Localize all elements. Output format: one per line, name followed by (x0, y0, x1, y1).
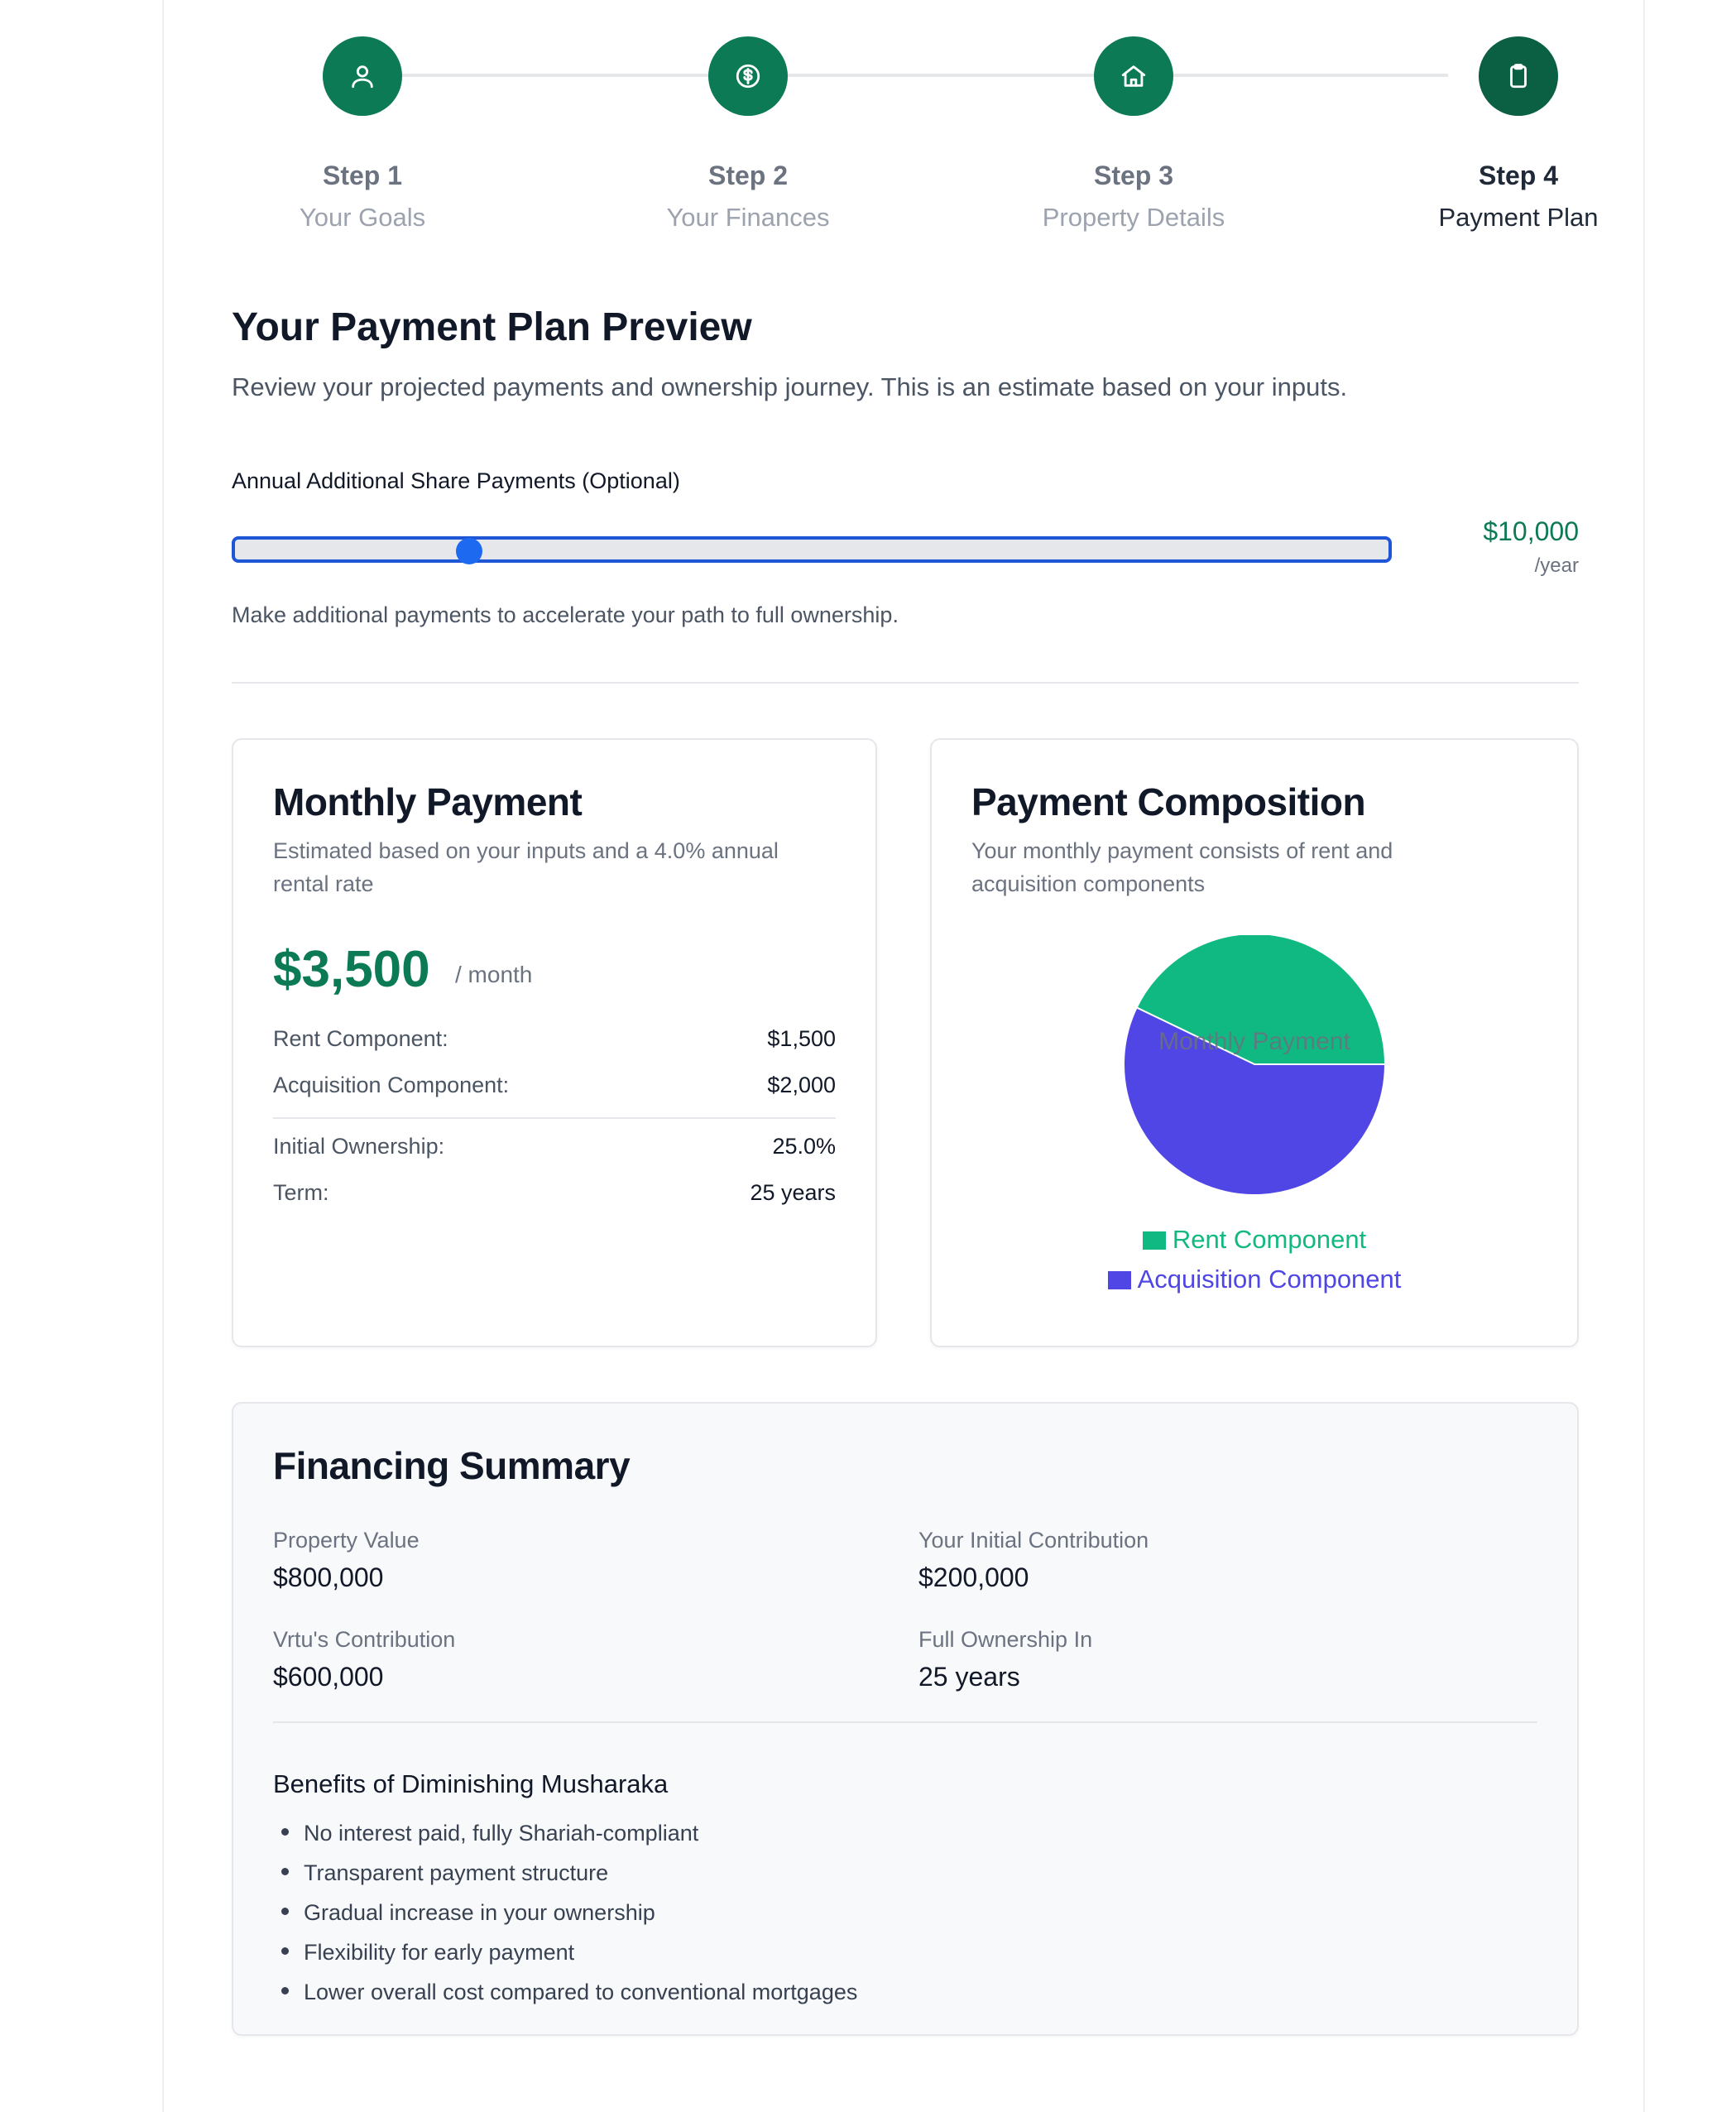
property-value-label: Property Value (273, 1528, 420, 1553)
benefit-text: Transparent payment structure (304, 1860, 609, 1885)
step-2[interactable]: Step 2 Your Finances (624, 36, 872, 233)
bullet-icon (281, 1947, 289, 1955)
step-1-title: Step 1 (322, 161, 403, 190)
acquisition-component-row: Acquisition Component: $2,000 (273, 1073, 836, 1098)
payment-composition-pie-chart: Monthly Payment (1123, 935, 1387, 1196)
financing-summary-title: Financing Summary (273, 1444, 631, 1487)
user-icon (352, 65, 373, 89)
monthly-payment-card: Monthly Payment Estimated based on your … (232, 738, 877, 1347)
rent-component-row: Rent Component: $1,500 (273, 1026, 836, 1052)
step-3[interactable]: Step 3 Property Details (1009, 36, 1258, 233)
term-row: Term: 25 years (273, 1180, 836, 1206)
legend-label-acquisition: Acquisition Component (1137, 1265, 1402, 1294)
progress-stepper: Step 1 Your Goals Step 2 Your Finances S… (232, 0, 1599, 248)
vrtu-contribution-value: $600,000 (273, 1662, 384, 1692)
initial-ownership-label: Initial Ownership: (273, 1134, 445, 1159)
step-1-subtitle: Your Goals (299, 203, 426, 232)
payment-composition-card: Payment Composition Your monthly payment… (930, 738, 1579, 1347)
benefit-text: Gradual increase in your ownership (304, 1900, 655, 1925)
acquisition-component-value: $2,000 (767, 1073, 836, 1097)
composition-description: Your monthly payment consists of rent an… (971, 838, 1393, 896)
term-value: 25 years (750, 1180, 836, 1205)
acquisition-component-label: Acquisition Component: (273, 1073, 510, 1097)
stepper-connector (362, 74, 1448, 77)
rent-component-value: $1,500 (767, 1026, 836, 1051)
initial-contribution-value: $200,000 (918, 1562, 1029, 1592)
vrtu-contribution-label: Vrtu's Contribution (273, 1627, 456, 1652)
page-title: Your Payment Plan Preview (232, 305, 752, 349)
step-2-circle (708, 36, 788, 116)
slider-label: Annual Additional Share Payments (Option… (232, 468, 680, 493)
benefit-text: Lower overall cost compared to conventio… (304, 1980, 858, 2004)
step-4[interactable]: Step 4 Payment Plan (1394, 36, 1642, 233)
step-1[interactable]: Step 1 Your Goals (238, 36, 487, 233)
legend-swatch-acquisition (1107, 1271, 1131, 1289)
rent-component-label: Rent Component: (273, 1026, 448, 1051)
financing-summary-card: Financing Summary Property Value $800,00… (232, 1402, 1579, 2036)
summary-divider (273, 1721, 1537, 1723)
step-4-title: Step 4 (1478, 161, 1559, 190)
section-divider (232, 682, 1579, 684)
benefits-title: Benefits of Diminishing Musharaka (273, 1769, 669, 1798)
benefit-item: Flexibility for early payment (281, 1940, 574, 1966)
bullet-icon (281, 1868, 289, 1875)
benefit-item: Transparent payment structure (281, 1860, 608, 1886)
monthly-amount: $3,500 (273, 941, 430, 998)
bullet-icon (281, 1828, 289, 1836)
step-1-circle (323, 36, 402, 116)
monthly-payment-description: Estimated based on your inputs and a 4.0… (273, 838, 779, 896)
home-icon (1121, 65, 1146, 87)
slider-value: $10,000 (1483, 516, 1579, 546)
per-month-label: / month (455, 962, 533, 987)
legend-swatch-rent (1142, 1231, 1166, 1250)
slider-help-text: Make additional payments to accelerate y… (232, 602, 899, 627)
term-label: Term: (273, 1180, 329, 1205)
step-2-title: Step 2 (707, 161, 789, 190)
legend-label-rent: Rent Component (1172, 1225, 1367, 1254)
benefit-text: No interest paid, fully Shariah-complian… (304, 1821, 699, 1846)
benefit-text: Flexibility for early payment (304, 1940, 575, 1965)
initial-ownership-row: Initial Ownership: 25.0% (273, 1134, 836, 1159)
step-2-subtitle: Your Finances (666, 203, 830, 232)
benefit-item: No interest paid, fully Shariah-complian… (281, 1821, 698, 1846)
step-4-circle (1479, 36, 1558, 116)
property-value: $800,000 (273, 1562, 384, 1592)
clipboard-icon (1510, 64, 1527, 89)
step-3-subtitle: Property Details (1042, 203, 1225, 232)
full-ownership-label: Full Ownership In (918, 1627, 1093, 1652)
benefit-item: Lower overall cost compared to conventio… (281, 1980, 857, 2005)
kv-divider (273, 1117, 836, 1119)
dollar-icon (736, 64, 760, 89)
page-description: Review your projected payments and owner… (232, 372, 1348, 401)
composition-title: Payment Composition (971, 780, 1366, 823)
full-ownership-value: 25 years (918, 1662, 1020, 1692)
benefit-item: Gradual increase in your ownership (281, 1900, 655, 1926)
pie-center-label: Monthly Payment (1158, 1028, 1350, 1055)
monthly-payment-title: Monthly Payment (273, 780, 583, 823)
legend-item-rent[interactable]: Rent Component (932, 1225, 1577, 1255)
initial-contribution-label: Your Initial Contribution (918, 1528, 1149, 1553)
step-4-subtitle: Payment Plan (1438, 203, 1599, 232)
slider-unit: /year (1534, 554, 1579, 577)
bullet-icon (281, 1987, 289, 1994)
additional-payment-slider[interactable] (232, 536, 1392, 564)
legend-item-acquisition[interactable]: Acquisition Component (932, 1265, 1577, 1294)
slider-thumb[interactable] (455, 538, 482, 564)
initial-ownership-value: 25.0% (772, 1134, 836, 1159)
step-3-circle (1094, 36, 1173, 116)
bullet-icon (281, 1908, 289, 1915)
step-3-title: Step 3 (1093, 161, 1174, 190)
